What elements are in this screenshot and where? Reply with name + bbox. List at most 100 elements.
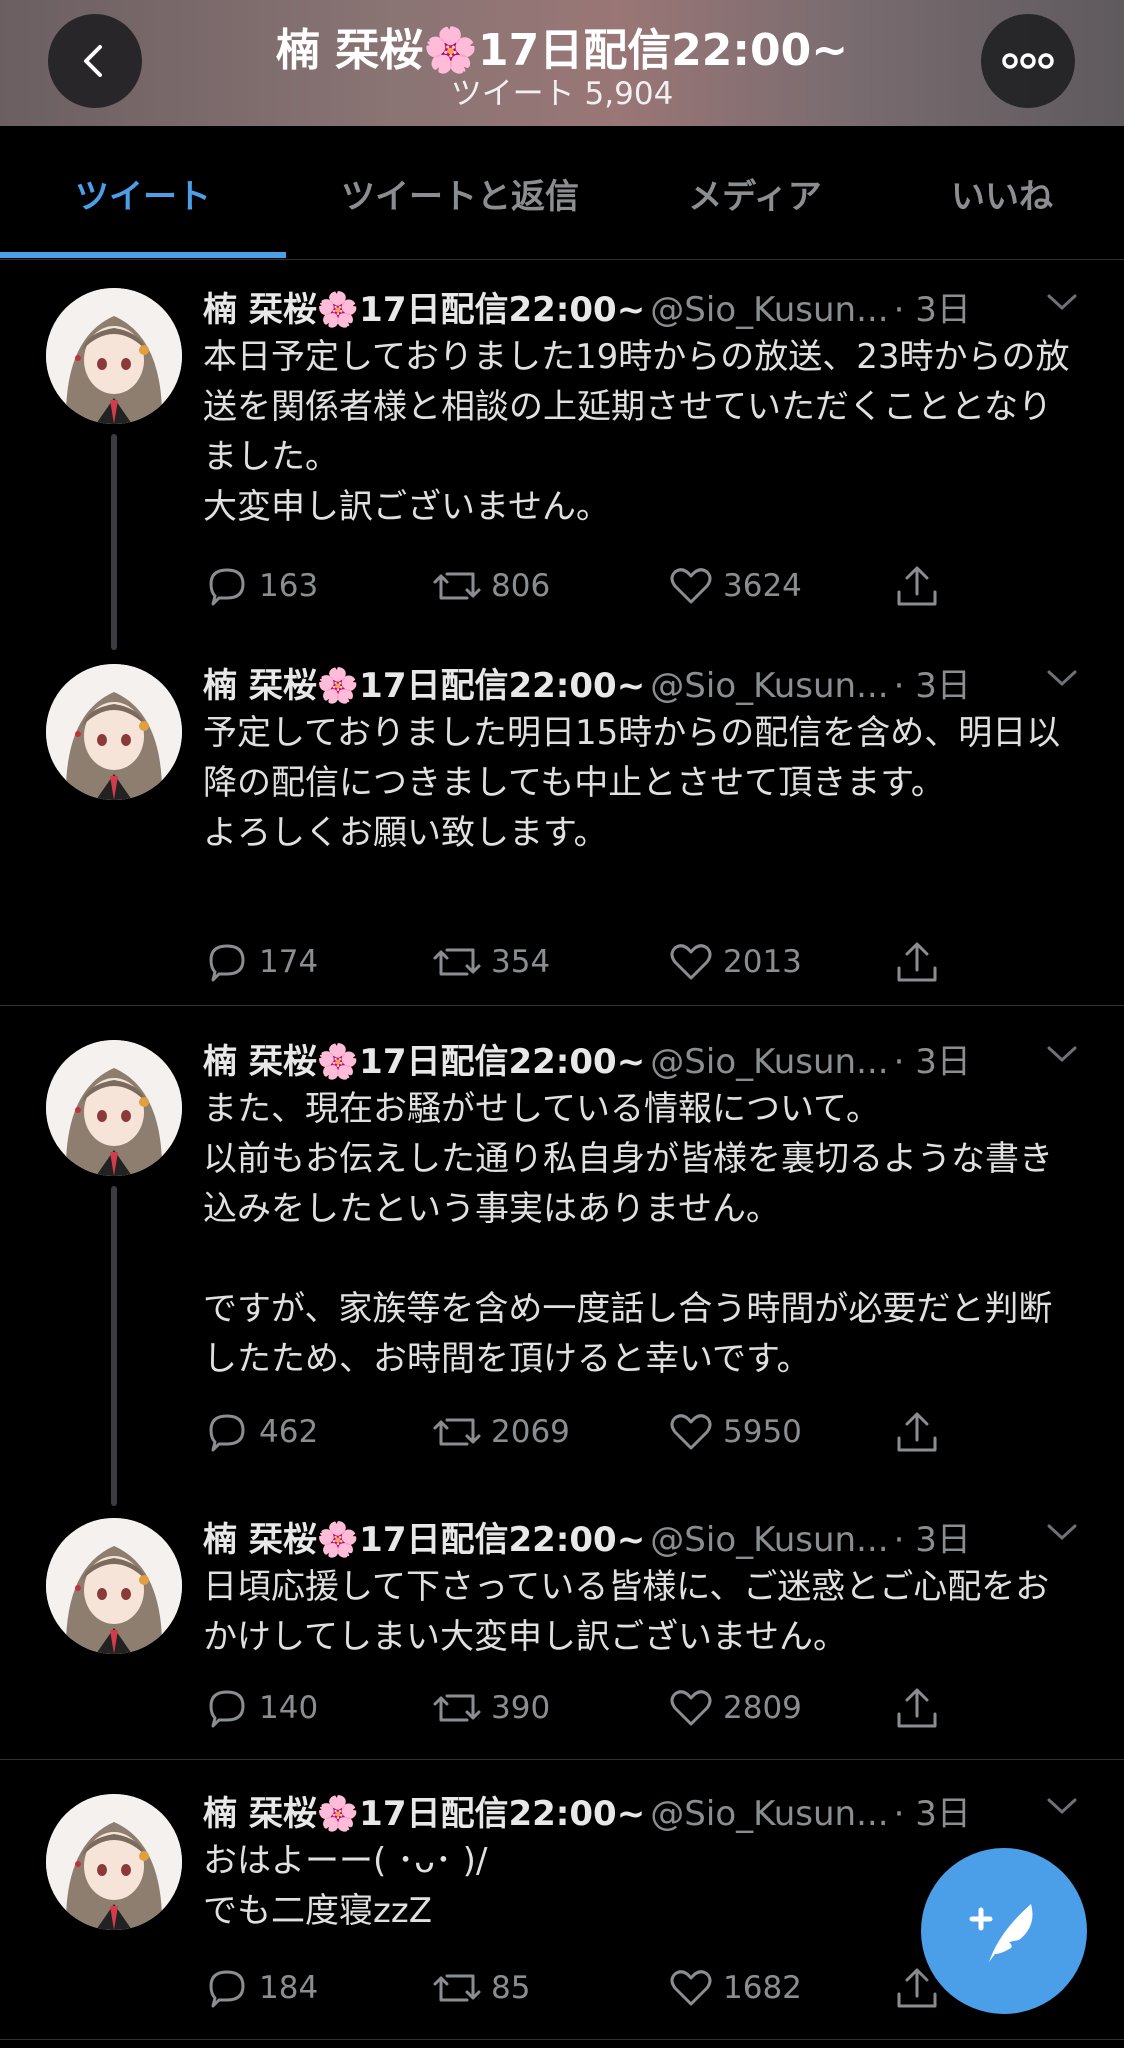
avatar-image — [46, 1794, 182, 1930]
like-count: 2809 — [723, 1690, 802, 1726]
retweet-count: 806 — [491, 568, 551, 604]
tab-tweets[interactable]: ツイート — [0, 126, 286, 260]
like-button[interactable]: 5950 — [667, 1402, 802, 1462]
share-button[interactable] — [893, 1402, 941, 1462]
tweet[interactable]: 楠 栞桜🌸17日配信22:00~ @Sio_Kusun... · 3日 本日予定… — [0, 260, 1124, 636]
avatar[interactable] — [46, 1794, 182, 1930]
tweet-count: ツイート 5,904 — [450, 76, 674, 112]
more-horizontal-icon — [1002, 53, 1054, 69]
avatar-image — [46, 664, 182, 800]
tweet-actions: 163 806 3624 — [203, 556, 963, 616]
tweet-header: 楠 栞桜🌸17日配信22:00~ @Sio_Kusun... · 3日 — [203, 1034, 1094, 1084]
tweet-timestamp: · 3日 — [893, 1042, 971, 1082]
tweet-timestamp: · 3日 — [893, 1794, 971, 1834]
avatar-image — [46, 288, 182, 424]
avatar[interactable] — [46, 1040, 182, 1176]
reply-button[interactable]: 163 — [203, 556, 318, 616]
heart-icon — [670, 1970, 712, 2006]
tweet-author-handle[interactable]: @Sio_Kusun... — [650, 666, 888, 706]
heart-icon — [670, 1414, 712, 1450]
heart-icon — [670, 568, 712, 604]
tweet-author-handle[interactable]: @Sio_Kusun... — [650, 1520, 888, 1560]
tweet-actions: 140 390 2809 — [203, 1678, 963, 1738]
like-button[interactable]: 3624 — [667, 556, 802, 616]
active-tab-indicator — [0, 252, 286, 258]
tab-tweets-and-replies[interactable]: ツイートと返信 — [300, 126, 620, 260]
tweet-author-name[interactable]: 楠 栞桜🌸17日配信22:00~ — [203, 666, 645, 706]
share-icon — [897, 1688, 937, 1728]
tweet[interactable]: 楠 栞桜🌸17日配信22:00~ @Sio_Kusun... · 3日 予定して… — [0, 636, 1124, 1006]
chevron-down-icon[interactable] — [1045, 1044, 1079, 1064]
chevron-down-icon[interactable] — [1045, 1796, 1079, 1816]
reply-button[interactable]: 174 — [203, 932, 318, 992]
compose-tweet-button[interactable] — [921, 1848, 1087, 2014]
tweet-author-handle[interactable]: @Sio_Kusun... — [650, 1042, 888, 1082]
heart-icon — [670, 944, 712, 980]
share-button[interactable] — [893, 932, 941, 992]
tweet-header: 楠 栞桜🌸17日配信22:00~ @Sio_Kusun... · 3日 — [203, 1786, 1094, 1836]
reply-bubble-icon — [209, 568, 245, 606]
reply-bubble-icon — [209, 1690, 245, 1728]
tweet-author-name[interactable]: 楠 栞桜🌸17日配信22:00~ — [203, 1794, 645, 1834]
reply-count: 140 — [259, 1690, 319, 1726]
tweet-text: 日頃応援して下さっている皆様に、ご迷惑とご心配をおかけしてしまい大変申し訳ござい… — [203, 1567, 1050, 1657]
tweet-actions: 174 354 2013 — [203, 932, 963, 992]
more-options-button[interactable] — [981, 14, 1075, 108]
reply-bubble-icon — [209, 1970, 245, 2008]
avatar[interactable] — [46, 288, 182, 424]
chevron-down-icon[interactable] — [1045, 292, 1079, 312]
share-button[interactable] — [893, 556, 941, 616]
retweet-button[interactable]: 354 — [431, 932, 550, 992]
retweet-count: 354 — [491, 944, 551, 980]
retweet-count: 85 — [491, 1970, 531, 2006]
like-button[interactable]: 2809 — [667, 1678, 802, 1738]
reply-bubble-icon — [209, 1414, 245, 1452]
reply-button[interactable]: 140 — [203, 1678, 318, 1738]
reply-bubble-icon — [209, 944, 245, 982]
tweet-header: 楠 栞桜🌸17日配信22:00~ @Sio_Kusun... · 3日 — [203, 1512, 1094, 1562]
tweet-header: 楠 栞桜🌸17日配信22:00~ @Sio_Kusun... · 3日 — [203, 282, 1094, 332]
tweet-text: 予定しておりました明日15時からの配信を含め、明日以降の配信につきましても中止と… — [203, 713, 1061, 853]
tweet-author-name[interactable]: 楠 栞桜🌸17日配信22:00~ — [203, 1520, 645, 1560]
retweet-icon — [433, 572, 481, 600]
tweet-timestamp: · 3日 — [893, 1520, 971, 1560]
tweet-text: また、現在お騒がせしている情報について。 以前もお伝えした通り私自身が皆様を裏切… — [203, 1089, 1053, 1379]
avatar[interactable] — [46, 1518, 182, 1654]
like-count: 2013 — [723, 944, 802, 980]
retweet-icon — [433, 948, 481, 976]
retweet-button[interactable]: 390 — [431, 1678, 550, 1738]
reply-count: 462 — [259, 1414, 319, 1450]
tweet[interactable]: 楠 栞桜🌸17日配信22:00~ @Sio_Kusun... · 3日 また、現… — [0, 1008, 1124, 1488]
retweet-icon — [433, 1974, 481, 2002]
like-button[interactable]: 2013 — [667, 932, 802, 992]
tweet-author-handle[interactable]: @Sio_Kusun... — [650, 1794, 888, 1834]
tweet-author-name[interactable]: 楠 栞桜🌸17日配信22:00~ — [203, 1042, 645, 1082]
reply-count: 163 — [259, 568, 319, 604]
reply-button[interactable]: 462 — [203, 1402, 318, 1462]
chevron-down-icon[interactable] — [1045, 668, 1079, 688]
tweet-author-name[interactable]: 楠 栞桜🌸17日配信22:00~ — [203, 290, 645, 330]
avatar[interactable] — [46, 664, 182, 800]
retweet-count: 390 — [491, 1690, 551, 1726]
profile-header: 楠 栞桜🌸17日配信22:00~ ツイート 5,904 — [0, 0, 1124, 126]
retweet-icon — [433, 1694, 481, 1722]
share-button[interactable] — [893, 1678, 941, 1738]
like-button[interactable]: 1682 — [667, 1958, 802, 2018]
chevron-down-icon[interactable] — [1045, 1522, 1079, 1542]
retweet-button[interactable]: 806 — [431, 556, 550, 616]
tweet[interactable]: 楠 栞桜🌸17日配信22:00~ @Sio_Kusun... · 3日 日頃応援… — [0, 1488, 1124, 1760]
share-icon — [897, 566, 937, 606]
tweet-actions: 462 2069 5950 — [203, 1402, 963, 1462]
compose-feather-icon — [969, 1904, 1033, 1962]
retweet-button[interactable]: 2069 — [431, 1402, 570, 1462]
tweet-text: 本日予定しておりました19時からの放送、23時からの放送を関係者様と相談の上延期… — [203, 337, 1070, 527]
retweet-icon — [433, 1418, 481, 1446]
tab-media[interactable]: メディア — [640, 126, 870, 260]
like-count: 5950 — [723, 1414, 802, 1450]
reply-button[interactable]: 184 — [203, 1958, 318, 2018]
retweet-button[interactable]: 85 — [431, 1958, 530, 2018]
tweet-actions: 184 85 1682 — [203, 1958, 963, 2018]
like-count: 1682 — [723, 1970, 802, 2006]
tab-likes[interactable]: いいね — [890, 126, 1114, 260]
tweet-author-handle[interactable]: @Sio_Kusun... — [650, 290, 888, 330]
